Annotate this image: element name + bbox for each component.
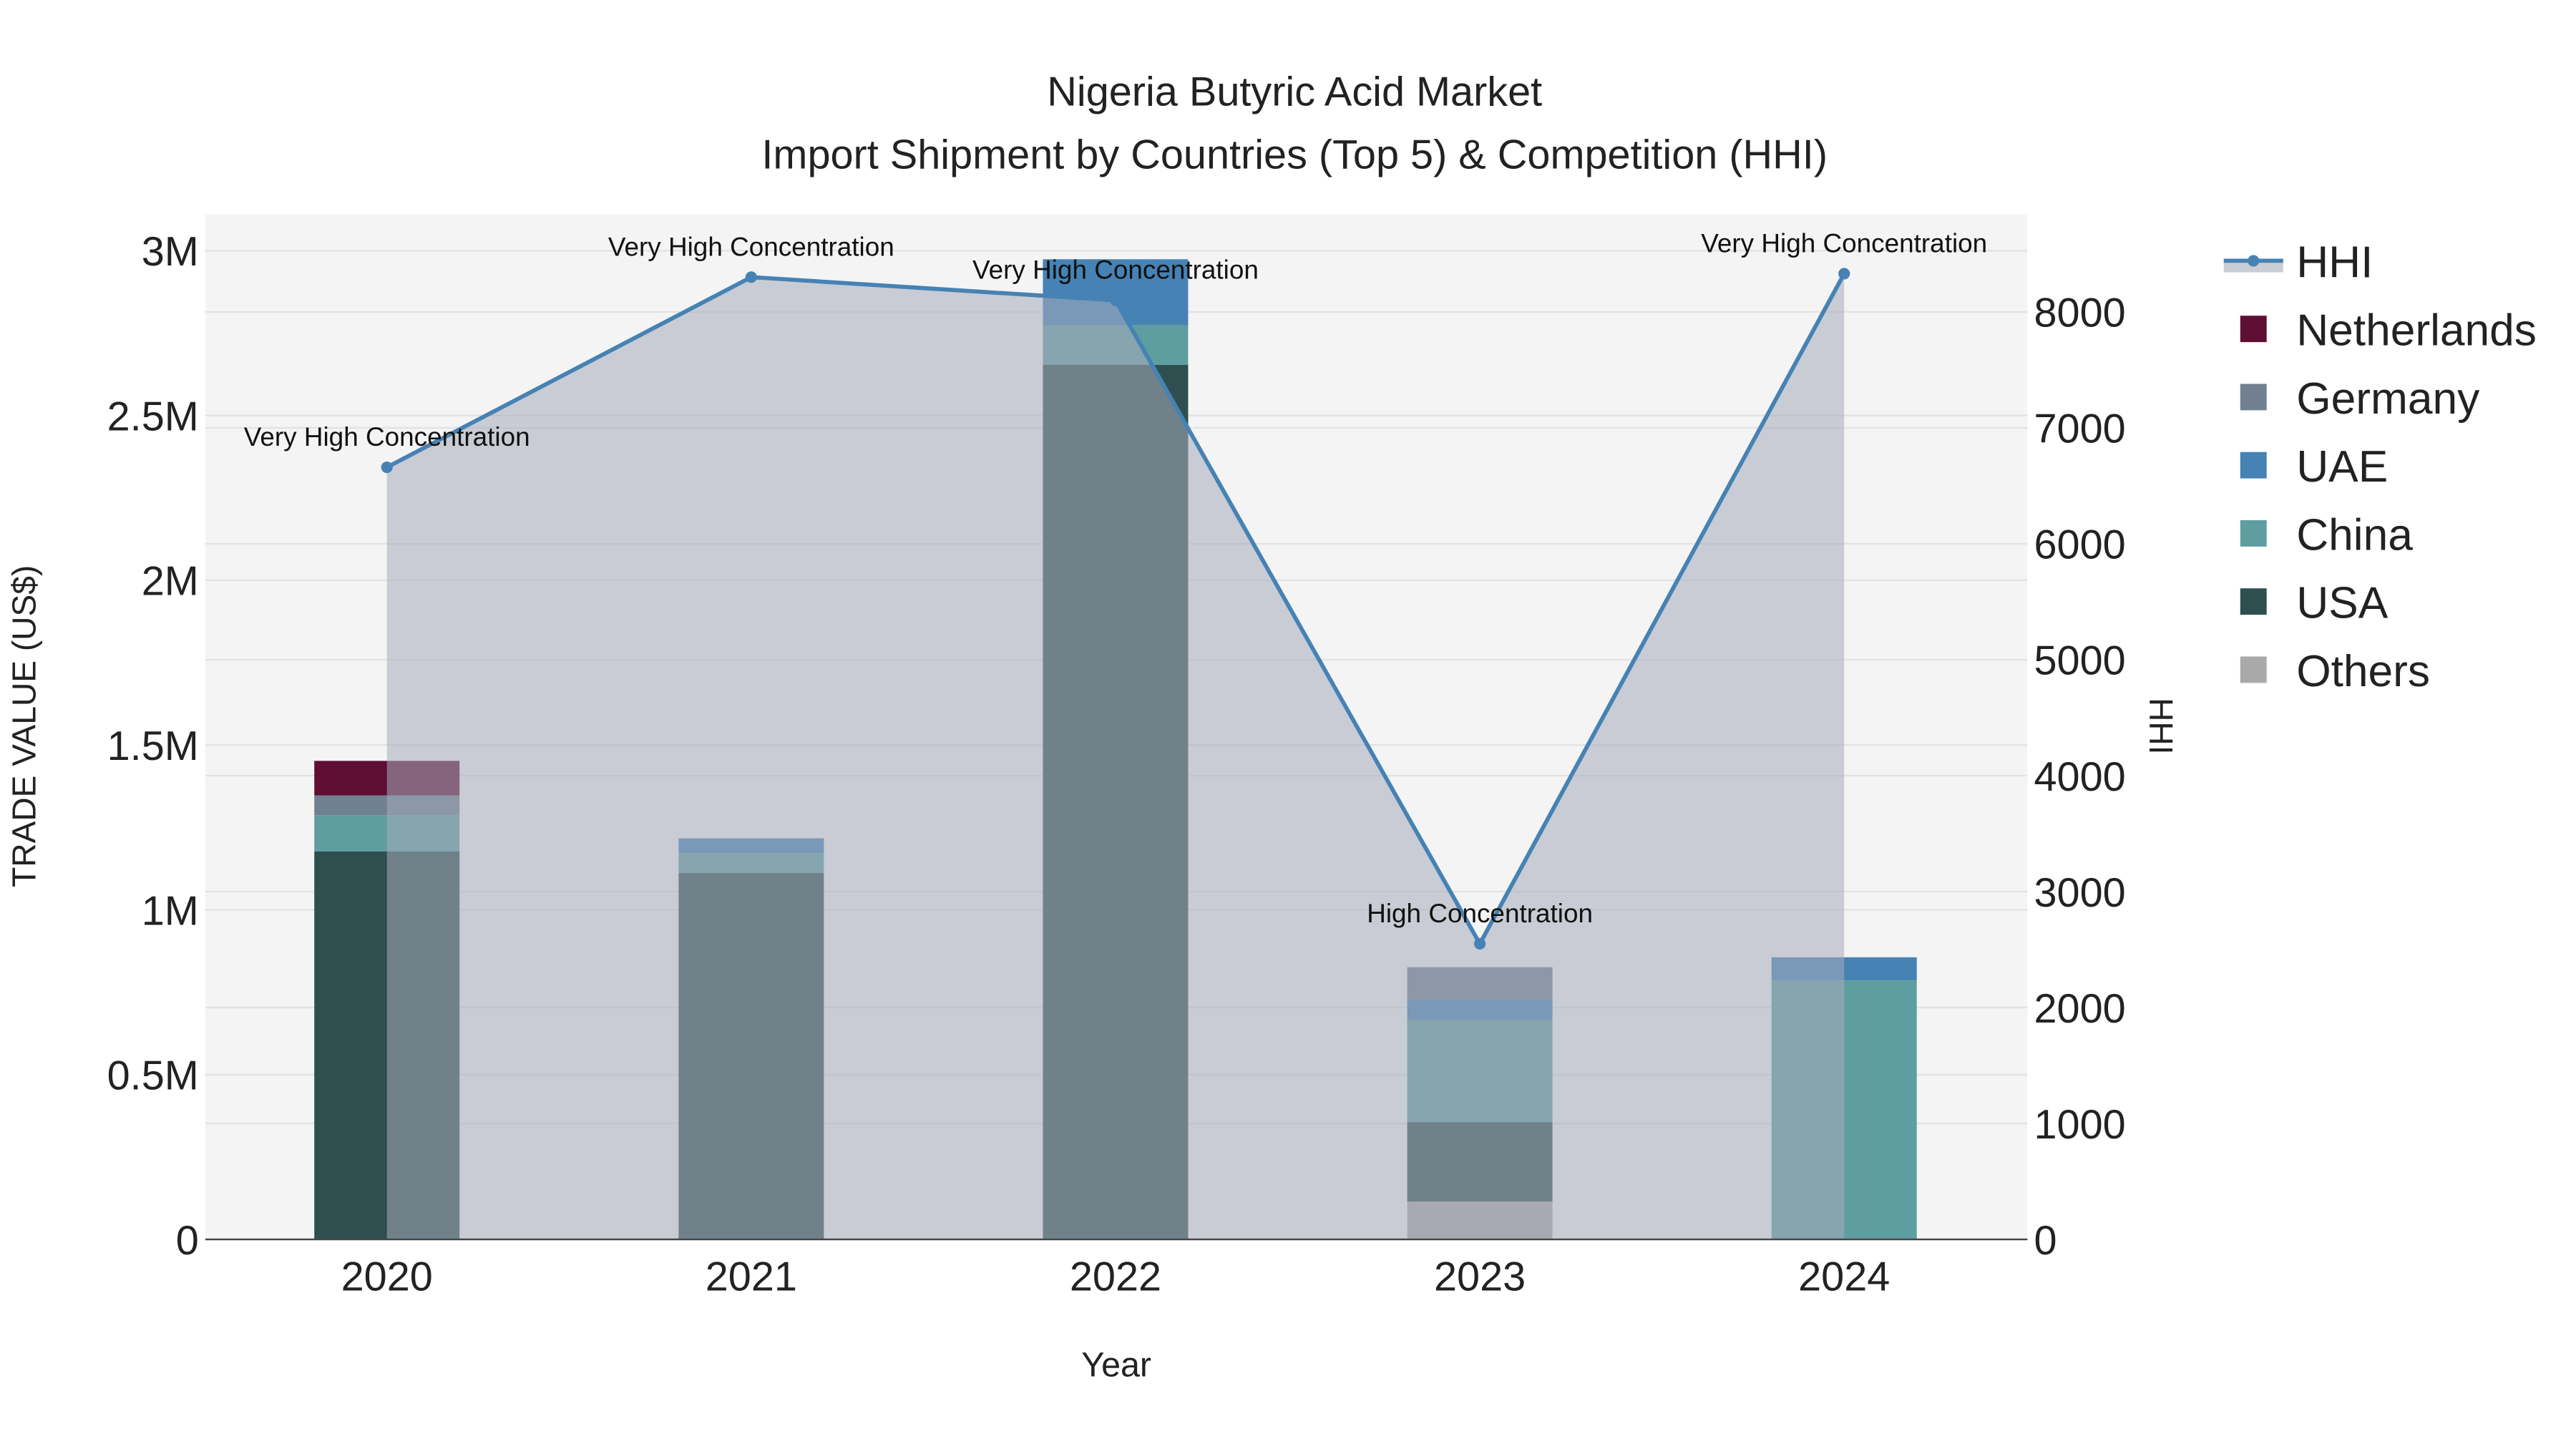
y-axis-title: TRADE VALUE (US$) — [5, 565, 42, 887]
legend-label-hhi: HHI — [2296, 238, 2373, 287]
y-axis-ticks: 0 0.5M 1M 1.5M 2M 2.5M 3M — [107, 229, 199, 1264]
hhi-point-2022 — [1109, 294, 1122, 306]
legend: HHI Netherlands Germany UAE China USA Others — [2223, 238, 2537, 696]
y-tick-label: 0.5M — [107, 1053, 199, 1099]
y-tick-label: 1.5M — [107, 723, 199, 769]
legend-swatch-usa — [2240, 588, 2267, 615]
y-tick-label: 3M — [142, 229, 199, 275]
hhi-annotation: Very High Concentration — [608, 232, 894, 261]
hhi-point-2020 — [381, 461, 393, 474]
y2-tick-label: 0 — [2034, 1218, 2057, 1264]
legend-label-china: China — [2296, 510, 2413, 560]
hhi-point-2024 — [1838, 268, 1850, 280]
y2-tick-label: 6000 — [2034, 522, 2125, 568]
legend-label-usa: USA — [2296, 579, 2388, 628]
legend-label-netherlands: Netherlands — [2296, 306, 2537, 356]
y2-tick-label: 7000 — [2034, 406, 2125, 452]
y2-tick-label: 2000 — [2034, 986, 2125, 1032]
y2-tick-label: 3000 — [2034, 870, 2125, 916]
y2-tick-label: 4000 — [2034, 754, 2125, 800]
legend-label-uae: UAE — [2296, 442, 2388, 492]
x-axis-ticks: 2020 2021 2022 2023 2024 — [341, 1254, 1890, 1300]
hhi-point-2023 — [1474, 937, 1486, 950]
x-tick-label: 2024 — [1798, 1254, 1890, 1300]
hhi-annotation: Very High Concentration — [1701, 228, 1987, 258]
chart: Very High Concentration Very High Concent… — [5, 69, 2537, 1385]
hhi-annotation: High Concentration — [1367, 899, 1593, 928]
legend-hhi-marker — [2248, 255, 2260, 267]
legend-swatch-germany — [2240, 384, 2267, 411]
y2-tick-label: 8000 — [2034, 291, 2125, 336]
legend-label-others: Others — [2296, 647, 2430, 696]
x-axis-title: Year — [1081, 1346, 1151, 1385]
y2-axis-ticks: 0 1000 2000 3000 4000 5000 6000 7000 8000 — [2034, 291, 2125, 1264]
x-tick-label: 2021 — [706, 1254, 797, 1300]
y2-axis-title: HHI — [2142, 698, 2180, 754]
x-tick-label: 2023 — [1434, 1254, 1526, 1300]
y-tick-label: 0 — [176, 1218, 199, 1264]
y-tick-label: 1M — [142, 888, 199, 934]
y2-tick-label: 1000 — [2034, 1102, 2125, 1148]
legend-swatch-others — [2240, 656, 2267, 683]
hhi-point-2021 — [745, 271, 757, 283]
legend-swatch-uae — [2240, 452, 2267, 479]
x-tick-label: 2022 — [1070, 1254, 1161, 1300]
legend-label-germany: Germany — [2296, 374, 2480, 424]
y-tick-label: 2M — [142, 559, 199, 605]
hhi-annotation: Very High Concentration — [244, 422, 530, 452]
hhi-annotation: Very High Concentration — [972, 255, 1259, 285]
chart-subtitle: Import Shipment by Countries (Top 5) & C… — [761, 132, 1828, 177]
y-tick-label: 2.5M — [107, 394, 199, 439]
legend-swatch-netherlands — [2240, 316, 2267, 343]
chart-title: Nigeria Butyric Acid Market — [1047, 69, 1542, 115]
legend-swatch-china — [2240, 519, 2267, 547]
x-tick-label: 2020 — [341, 1254, 433, 1300]
y2-tick-label: 5000 — [2034, 638, 2125, 684]
